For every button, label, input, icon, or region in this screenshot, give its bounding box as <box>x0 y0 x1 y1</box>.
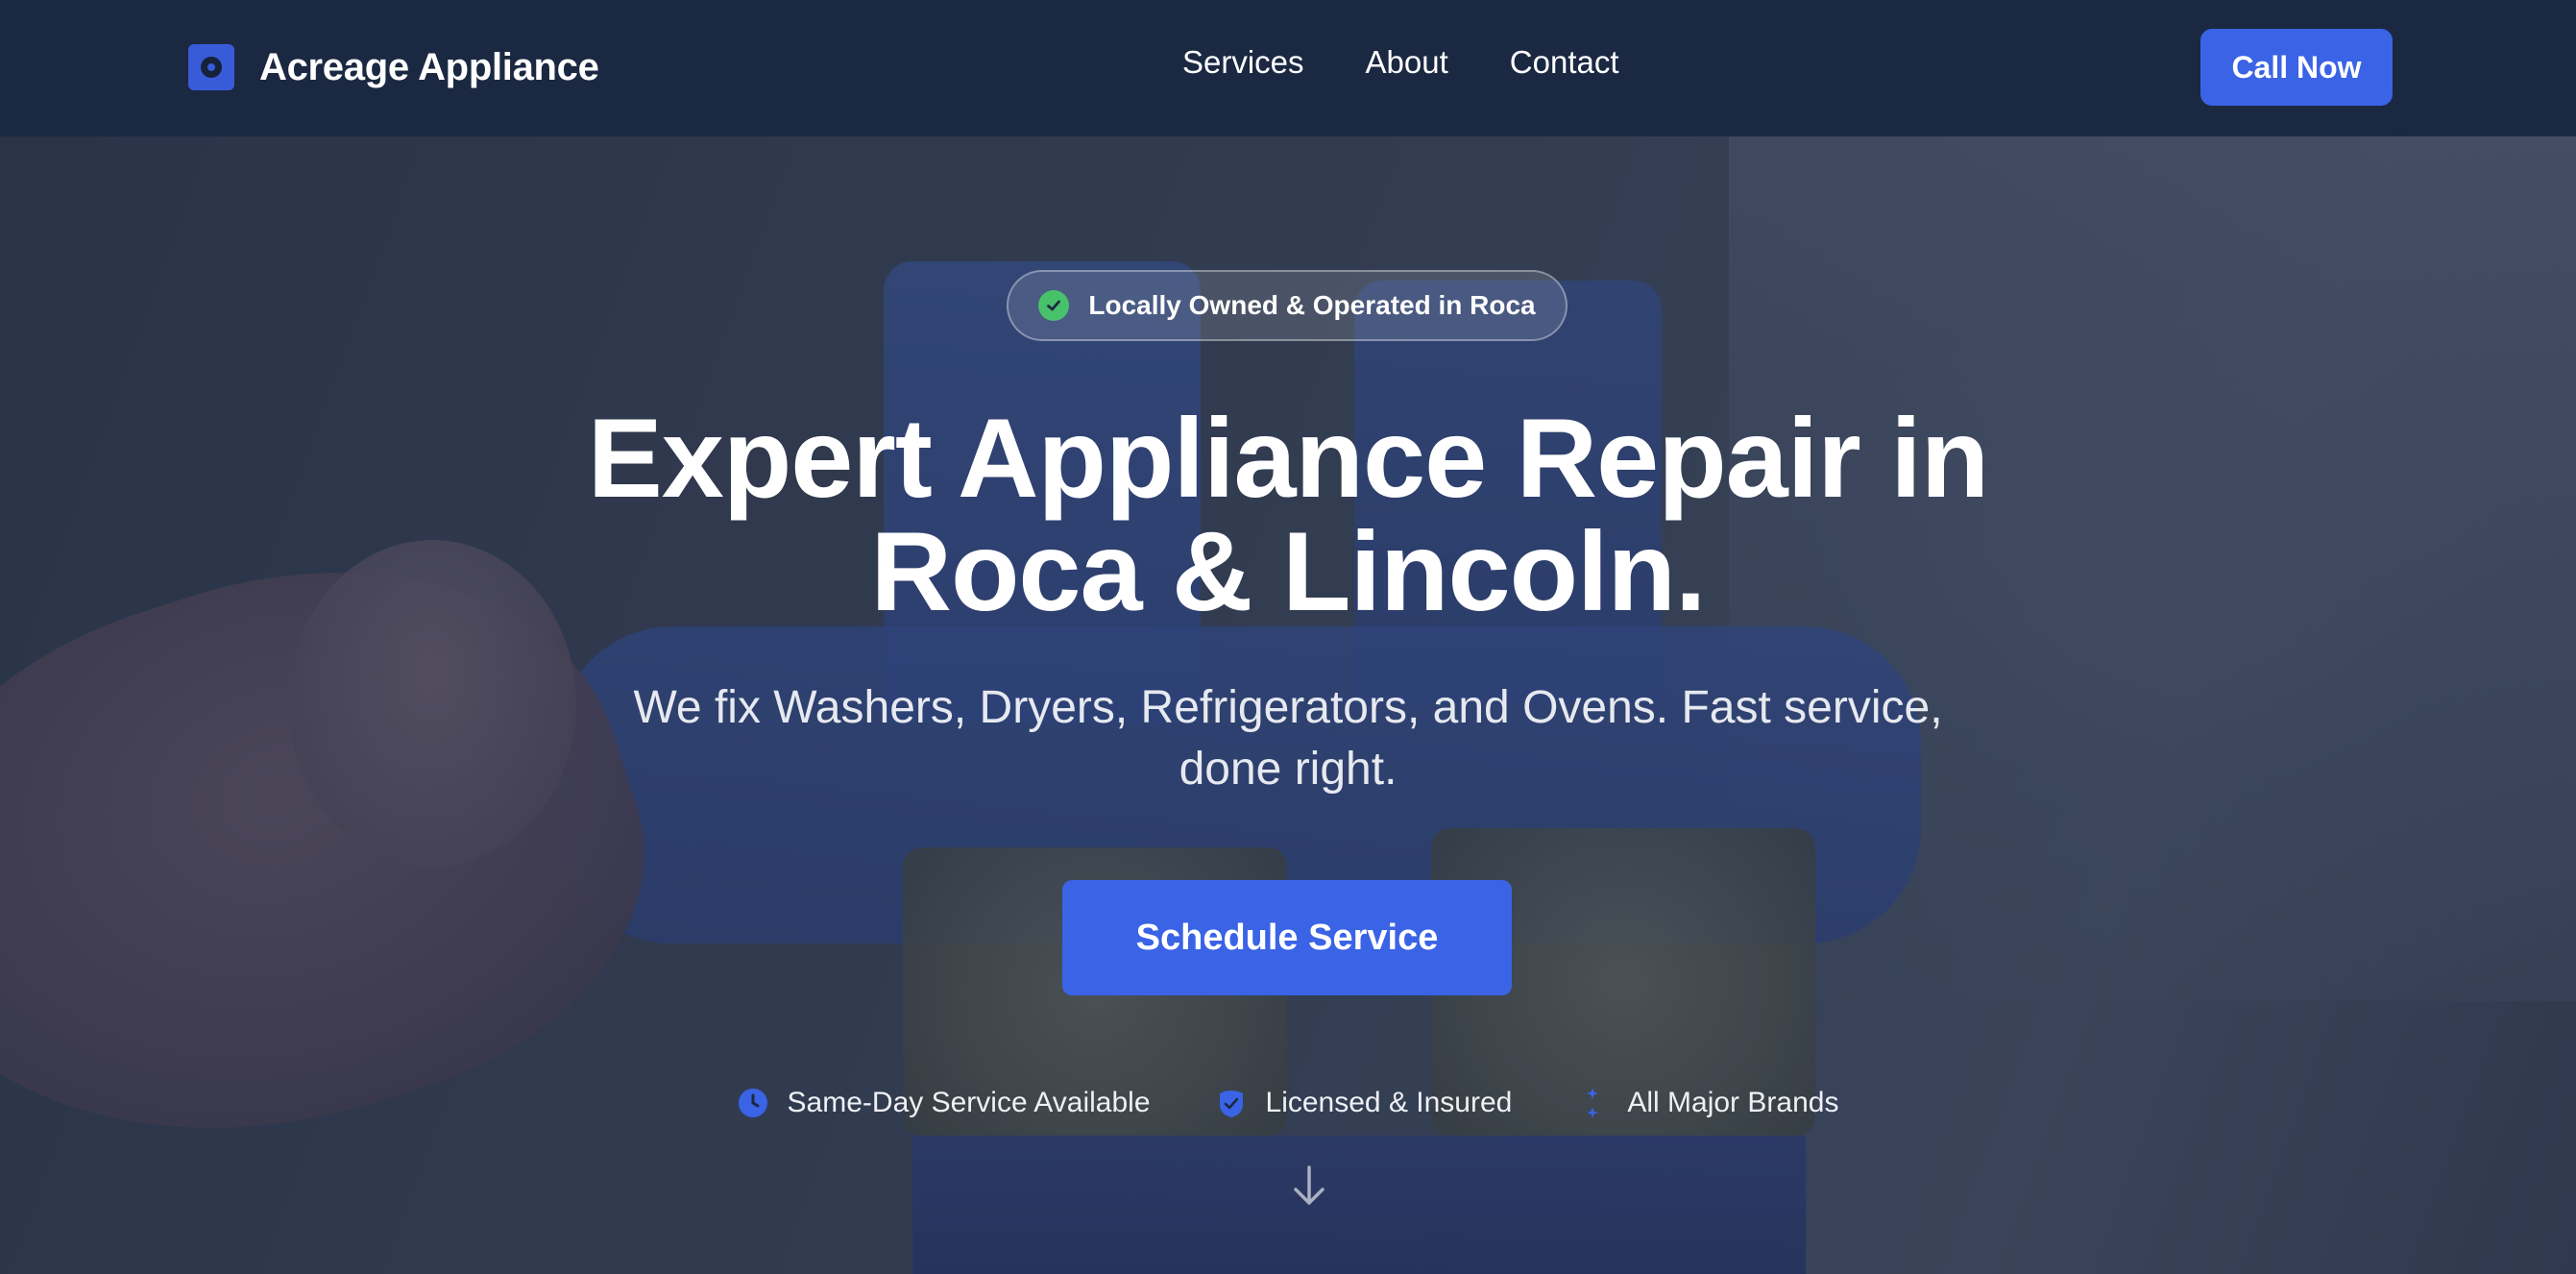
badge-label: Locally Owned & Operated in Roca <box>1088 290 1536 320</box>
nav-link-contact[interactable]: Contact <box>1510 44 1619 81</box>
sparkles-icon <box>1577 1088 1608 1118</box>
feature-list: Same-Day Service Available Licensed & In… <box>0 1087 2576 1119</box>
hero-headline-line2: Roca & Lincoln. <box>870 508 1706 634</box>
hero-headline-line1: Expert Appliance Repair in <box>587 395 1990 521</box>
check-circle-icon <box>1038 290 1070 321</box>
feature-label: All Major Brands <box>1627 1087 1839 1118</box>
landing-page: Acreage Appliance Services About Contact… <box>0 0 2576 1274</box>
schedule-service-button[interactable]: Schedule Service <box>1062 880 1512 995</box>
feature-label: Licensed & Insured <box>1265 1087 1513 1118</box>
feature-same-day: Same-Day Service Available <box>738 1087 1151 1119</box>
clock-icon <box>738 1088 768 1118</box>
brand-home-link[interactable]: Acreage Appliance <box>188 43 599 91</box>
nav-link-services[interactable]: Services <box>1182 44 1304 81</box>
feature-brands: All Major Brands <box>1577 1087 1838 1119</box>
hero-subheadline: We fix Washers, Dryers, Refrigerators, a… <box>633 682 1943 795</box>
feature-licensed: Licensed & Insured <box>1216 1087 1513 1119</box>
hero-headline: Expert Appliance Repair in Roca & Lincol… <box>424 402 2152 628</box>
locally-owned-badge: Locally Owned & Operated in Roca <box>1007 270 1567 341</box>
shield-check-icon <box>1216 1088 1247 1118</box>
main-nav: Services About Contact <box>1182 44 1619 81</box>
call-now-button[interactable]: Call Now <box>2200 29 2393 106</box>
feature-label: Same-Day Service Available <box>787 1087 1151 1118</box>
brand-name: Acreage Appliance <box>259 45 599 88</box>
top-navbar: Acreage Appliance Services About Contact… <box>0 0 2576 136</box>
scroll-down-arrow-icon[interactable] <box>1290 1164 1328 1209</box>
nav-link-about[interactable]: About <box>1366 44 1448 81</box>
brand-logo-icon <box>188 44 234 90</box>
